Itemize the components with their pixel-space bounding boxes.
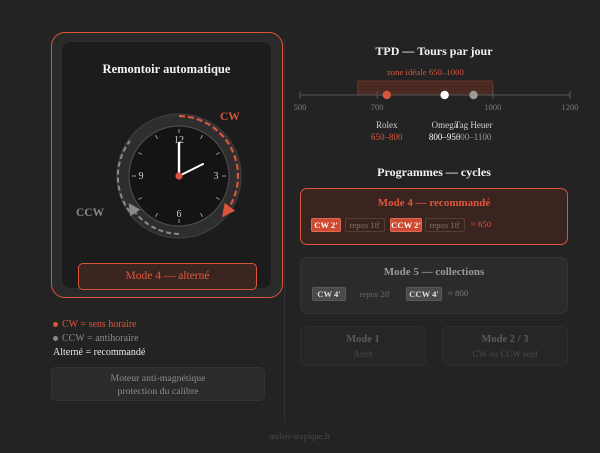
brand-range-tag-heuer: 800–1100 — [455, 132, 492, 142]
dial-center-pin — [175, 172, 183, 180]
watch-dial-illustration: 12 3 6 9 — [116, 113, 242, 239]
footer-site: atelier-atypique.fr — [269, 431, 331, 441]
winder-title: Remontoir automatique — [102, 62, 231, 76]
tpd-tick-label-1000: 1000 — [484, 102, 501, 112]
mode-5-chip-rest: repos 28' — [359, 289, 391, 299]
legend-ccw-dot — [53, 336, 58, 342]
mode-2-3-sub: CW ou CCW seul — [472, 349, 538, 359]
dial-number-6: 6 — [177, 209, 182, 220]
mode-4-chip-cw: CW 2' — [311, 218, 341, 232]
mode-4-chip-rest-1: repos 18' — [345, 218, 385, 232]
mode-5-card[interactable]: Mode 5 — collections CW 4' repos 28' CCW… — [300, 257, 568, 314]
tpd-tick-label-1200: 1200 — [561, 102, 578, 112]
mode-2-3-card[interactable]: Mode 2 / 3 CW ou CCW seul — [442, 326, 568, 366]
dial-number-9: 9 — [139, 171, 144, 182]
mode-2-3-title: Mode 2 / 3 — [481, 334, 529, 345]
mode-1-title: Mode 1 — [346, 334, 380, 345]
cw-label: CW — [220, 111, 240, 123]
mode-4-button[interactable]: Mode 4 — alterné — [78, 263, 257, 290]
tpd-scale: zone idéale 650–1000 500 700 1000 1200 — [294, 67, 579, 112]
ccw-label: CCW — [76, 207, 105, 219]
winder-panel: Remontoir automatique 12 3 6 9 Mode 4 — … — [51, 32, 283, 298]
winder-inner-panel: Remontoir automatique 12 3 6 9 Mode 4 — … — [61, 41, 272, 290]
tpd-tick-label-700: 700 — [371, 102, 384, 112]
tpd-marker-omega — [440, 90, 449, 100]
brand-tag-heuer: Tag Heuer 800–1100 — [439, 119, 509, 143]
column-divider — [284, 38, 285, 423]
mode-4-chip-ccw: CCW 2' — [390, 218, 422, 232]
tpd-title: TPD — Tours par jour — [375, 44, 493, 58]
legend-cw-dot — [53, 322, 58, 328]
mode-1-card[interactable]: Mode 1 Arrêt — [300, 326, 426, 366]
motor-line-2: protection du calibre — [117, 386, 199, 397]
dial-number-3: 3 — [214, 171, 219, 182]
mode-5-title: Mode 5 — collections — [383, 266, 485, 278]
tpd-tick-label-500: 500 — [294, 102, 307, 112]
mode-5-chip-cw: CW 4' — [312, 287, 346, 301]
legend-ccw: CCW = antihoraire — [53, 333, 139, 344]
legend-alt: Alterné = recommandé — [53, 347, 146, 358]
mode-5-approx: ≈ 800 — [448, 288, 469, 298]
mode-4-title: Mode 4 — recommandé — [377, 197, 491, 209]
motor-info-box: Moteur anti-magnétique protection du cal… — [51, 367, 265, 401]
mode-4-card[interactable]: Mode 4 — recommandé CW 2' repos 18' CCW … — [300, 188, 568, 245]
mode-1-sub: Arrêt — [353, 349, 373, 359]
tpd-marker-tag-heuer — [469, 90, 478, 100]
mode-4-approx: ≈ 650 — [471, 219, 492, 229]
mode-5-chip-ccw: CCW 4' — [406, 287, 442, 301]
brand-name-tag-heuer: Tag Heuer — [454, 120, 493, 130]
tpd-marker-rolex — [382, 90, 391, 100]
mode-4-chip-rest-2: repos 18' — [425, 218, 465, 232]
ideal-zone-label: zone idéale 650–1000 — [387, 67, 465, 77]
programmes-title: Programmes — cycles — [377, 165, 491, 179]
legend-cw: CW = sens horaire — [53, 319, 137, 330]
motor-line-1: Moteur anti-magnétique — [110, 373, 206, 384]
